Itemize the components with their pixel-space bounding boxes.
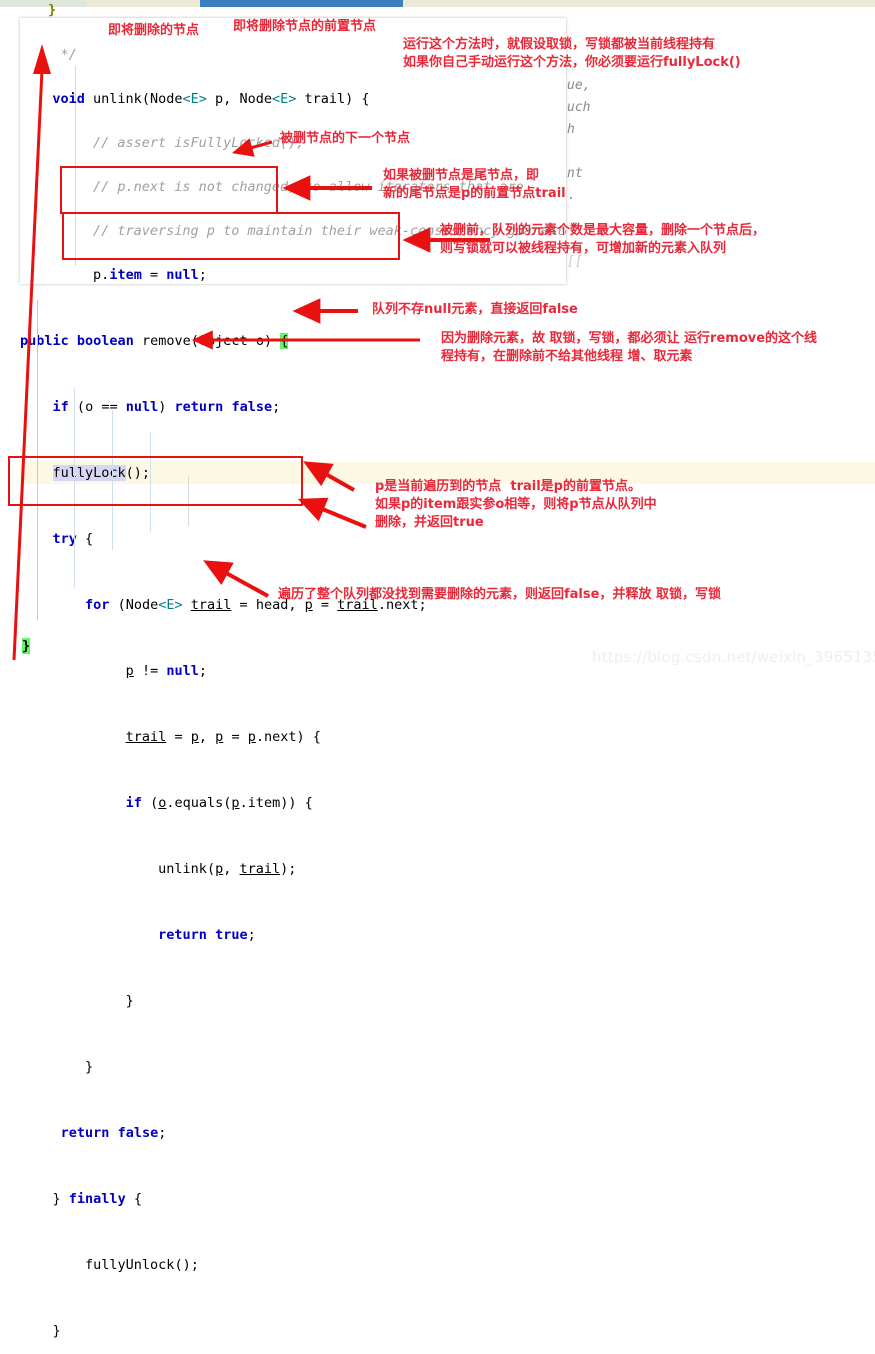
comment-close: */	[28, 47, 77, 63]
tab-cream[interactable]	[85, 0, 200, 7]
annotation-lock-assumption-line2: 如果你自己手动运行这个方法，你必须要运行fullyLock()	[403, 55, 741, 70]
remove-code-text[interactable]: public boolean remove(Object o) { if (o …	[20, 286, 875, 1354]
bg-code-remnant-3: h	[567, 122, 575, 137]
bg-code-remnant-2: uch	[567, 100, 591, 115]
box-count-decrement	[62, 212, 400, 260]
bg-code-remnant-1: ue,	[567, 78, 591, 93]
code-line: return false;	[60, 1125, 167, 1141]
annotation-must-lock-line2: 程持有，在删除前不给其他线程 增、取元素	[441, 349, 693, 364]
code-line: }	[85, 1059, 94, 1075]
code-line: unlink(p, trail);	[158, 861, 297, 877]
annotation-node-to-delete: 即将删除的节点	[108, 23, 200, 38]
annotation-capacity-line1: 被删前，队列的元素个数是最大容量，删除一个节点后，	[440, 223, 766, 238]
class-close-brace: }	[22, 638, 31, 654]
code-line: try {	[52, 531, 94, 547]
code-line: } finally {	[52, 1191, 142, 1207]
code-line: return true;	[158, 927, 256, 943]
code-line: if (o == null) return false;	[52, 399, 281, 415]
annotation-tail-node-line1: 如果被删节点是尾节点，即	[383, 168, 540, 183]
browser-tab-strip	[0, 0, 875, 7]
code-line: if (o.equals(p.item)) {	[125, 795, 313, 811]
top-close-brace: }	[48, 2, 57, 18]
fn-unlink: unlink	[93, 91, 142, 107]
bg-code-remnant-4: nt	[567, 166, 583, 181]
tab-left-green[interactable]	[0, 0, 85, 7]
code-line: }	[52, 1323, 61, 1339]
tab-cream-right[interactable]	[403, 0, 875, 7]
annotation-must-lock-line1: 因为删除元素，故 取锁，写锁，都必须让 运行remove的这个线	[441, 331, 818, 346]
bg-code-remnant-5: .	[567, 188, 575, 203]
annotation-no-null: 队列不存null元素，直接返回false	[372, 302, 578, 317]
kw-void: void	[52, 91, 85, 107]
code-line: fullyUnlock();	[85, 1257, 199, 1273]
tab-active-blue[interactable]	[200, 0, 403, 7]
annotation-tail-node-line2: 新的尾节点是p的前置节点trail	[383, 186, 566, 201]
code-line: void unlink(Node<E> p, Node<E> trail) {	[52, 91, 370, 107]
annotation-next-node: 被删节点的下一个节点	[280, 131, 411, 146]
brace-match-highlight: {	[280, 333, 289, 349]
box-last-equals-p	[60, 166, 278, 214]
csdn-watermark: https://blog.csdn.net/weixin_39651356	[592, 648, 875, 666]
box-unlink-call	[8, 456, 303, 506]
code-line: p.item = null;	[93, 267, 207, 283]
code-line: }	[125, 993, 134, 1009]
annotation-capacity-line2: 则写锁就可以被线程持有，可增加新的元素入队列	[440, 241, 727, 256]
annotation-predecessor-node: 即将删除节点的前置节点	[233, 19, 377, 34]
annotation-unlink-line2: 如果p的item跟实参o相等，则将p节点从队列中	[375, 497, 657, 512]
annotation-lock-assumption-line1: 运行这个方法时，就假设取锁，写锁都被当前线程持有	[403, 37, 716, 52]
annotation-unlink-line1: p是当前遍历到的节点 trail是p的前置节点。	[375, 479, 641, 494]
annotation-unlink-line3: 删除，并返回true	[375, 515, 484, 530]
annotation-return-false: 遍历了整个队列都没找到需要删除的元素，则返回false，并释放 取锁，写锁	[278, 587, 721, 602]
screenshot-root: ue, uch h nt . [[ } */ void unlink(Node<…	[0, 0, 875, 1339]
code-line: trail = p, p = p.next) {	[125, 729, 321, 745]
